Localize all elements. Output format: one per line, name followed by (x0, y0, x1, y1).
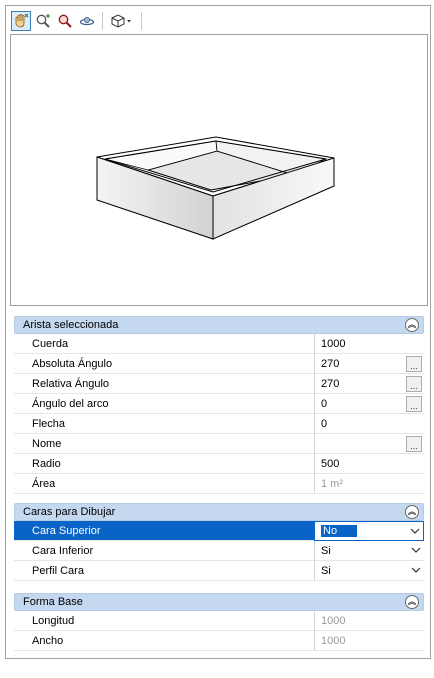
property-value[interactable]: 0 ... (314, 394, 424, 414)
property-row-absoluta-angulo[interactable]: Absoluta Ángulo 270 ... (14, 354, 424, 374)
property-row-area: Área 1 m² (14, 474, 424, 494)
property-label: Área (14, 474, 314, 494)
property-label: Flecha (14, 414, 314, 434)
property-label: Nome (14, 434, 314, 454)
section-title: Forma Base (23, 596, 83, 608)
ellipsis-button[interactable]: ... (406, 436, 422, 452)
property-label: Radio (14, 454, 314, 474)
property-row-cuerda[interactable]: Cuerda 1000 (14, 334, 424, 354)
property-value[interactable]: 270 ... (314, 354, 424, 374)
property-value[interactable]: 270 ... (314, 374, 424, 394)
ellipsis-button[interactable]: ... (406, 376, 422, 392)
property-value-readonly: 1000 (314, 631, 424, 651)
section-header[interactable]: Caras para Dibujar ︽ (14, 503, 424, 521)
property-label: Relativa Ángulo (14, 374, 314, 394)
property-label: Longitud (14, 611, 314, 631)
property-row-nome[interactable]: Nome ... (14, 434, 424, 454)
collapse-icon[interactable]: ︽ (405, 595, 419, 609)
property-value[interactable]: ... (314, 434, 424, 454)
orbit-icon[interactable] (77, 11, 97, 31)
property-value[interactable]: 0 (314, 414, 424, 434)
property-row-longitud: Longitud 1000 (14, 611, 424, 631)
section-forma-base: Forma Base ︽ Longitud 1000 Ancho 1000 (14, 593, 424, 651)
3d-viewport[interactable] (10, 34, 428, 306)
property-value[interactable]: 500 (314, 454, 424, 474)
property-label: Cara Inferior (14, 541, 314, 561)
property-value[interactable]: 1000 (314, 334, 424, 354)
section-title: Caras para Dibujar (23, 506, 116, 518)
section-header[interactable]: Forma Base ︽ (14, 593, 424, 611)
section-caras: Caras para Dibujar ︽ Cara Superior No Ca… (14, 503, 424, 581)
chevron-down-icon (410, 528, 420, 534)
property-label-selected: Cara Superior (14, 521, 314, 541)
chevron-down-icon (411, 567, 421, 573)
toolbar-separator (141, 12, 142, 30)
section-arista: Arista seleccionada ︽ Cuerda 1000 Absolu… (14, 316, 424, 494)
dropdown-select[interactable]: Si (314, 541, 424, 561)
property-value-readonly: 1000 (314, 611, 424, 631)
toolbar-separator (102, 12, 103, 30)
chevron-down-icon (411, 547, 421, 553)
property-label: Cuerda (14, 334, 314, 354)
zoom-icon[interactable] (55, 11, 75, 31)
view-cube-dropdown-icon[interactable] (108, 11, 136, 31)
property-label: Ángulo del arco (14, 394, 314, 414)
section-title: Arista seleccionada (23, 319, 119, 331)
property-row-relativa-angulo[interactable]: Relativa Ángulo 270 ... (14, 374, 424, 394)
property-value-readonly: 1 m² (314, 474, 424, 494)
property-row-flecha[interactable]: Flecha 0 (14, 414, 424, 434)
property-row-radio[interactable]: Radio 500 (14, 454, 424, 474)
zoom-extents-icon[interactable] (33, 11, 53, 31)
open-box-model (96, 136, 335, 240)
property-row-ancho: Ancho 1000 (14, 631, 424, 651)
property-label: Perfil Cara (14, 561, 314, 581)
dropdown-select[interactable]: Si (314, 561, 424, 581)
property-row-cara-inferior[interactable]: Cara Inferior Si (14, 541, 424, 561)
property-row-perfil-cara[interactable]: Perfil Cara Si (14, 561, 424, 581)
collapse-icon[interactable]: ︽ (405, 505, 419, 519)
view-toolbar (11, 9, 161, 33)
property-row-angulo-arco[interactable]: Ángulo del arco 0 ... (14, 394, 424, 414)
property-row-cara-superior[interactable]: Cara Superior No (14, 521, 424, 541)
pan-hand-icon[interactable] (11, 11, 31, 31)
section-header[interactable]: Arista seleccionada ︽ (14, 316, 424, 334)
ellipsis-button[interactable]: ... (406, 356, 422, 372)
ellipsis-button[interactable]: ... (406, 396, 422, 412)
dropdown-select[interactable]: No (314, 521, 424, 541)
collapse-icon[interactable]: ︽ (405, 318, 419, 332)
property-label: Absoluta Ángulo (14, 354, 314, 374)
property-label: Ancho (14, 631, 314, 651)
